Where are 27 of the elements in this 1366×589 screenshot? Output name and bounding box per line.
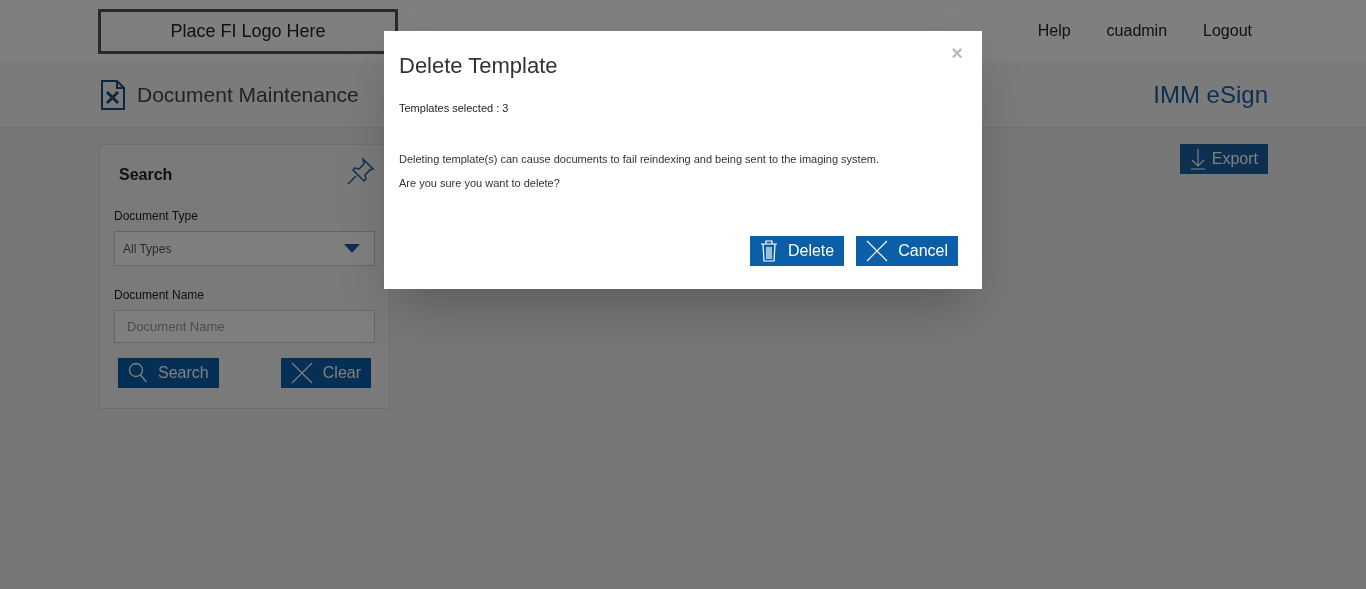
field-label: Document Name xyxy=(114,287,206,304)
export-button[interactable]: Export xyxy=(1179,144,1268,174)
nav-link[interactable]: cuadmin xyxy=(1106,19,1168,43)
close-icon xyxy=(290,362,313,384)
nav-link[interactable]: Logout xyxy=(1203,19,1252,43)
close-icon xyxy=(866,239,889,262)
brand-name: IMM eSign xyxy=(1153,79,1268,110)
panel-title: Search xyxy=(119,165,173,185)
logo-text: Place FI Logo Here xyxy=(170,19,326,43)
dialog-message: Are you sure you want to delete? xyxy=(399,176,561,191)
delete-button[interactable]: Delete xyxy=(749,235,845,266)
page-title: Document Maintenance xyxy=(137,81,359,108)
download-icon xyxy=(1189,148,1206,170)
selection-count: Templates selected : 3 xyxy=(399,101,510,116)
field-label: Document Type xyxy=(114,208,199,225)
cancel-button[interactable]: Cancel xyxy=(856,235,958,266)
search-button[interactable]: Search xyxy=(118,358,219,388)
nav-link[interactable]: Help xyxy=(1037,19,1071,43)
dropdown-caret-icon xyxy=(344,244,360,253)
clear-button[interactable]: Clear xyxy=(280,358,371,388)
dialog-title: Delete Template xyxy=(399,52,558,80)
document-type-dropdown[interactable]: All Types xyxy=(114,231,375,266)
search-icon xyxy=(128,362,148,384)
dialog-message: Deleting template(s) can cause documents to fail reindexing and being sent to the imaging system. xyxy=(399,151,880,167)
trash-icon xyxy=(759,239,778,262)
pin-icon xyxy=(347,157,375,185)
document-tools-icon xyxy=(100,79,126,110)
